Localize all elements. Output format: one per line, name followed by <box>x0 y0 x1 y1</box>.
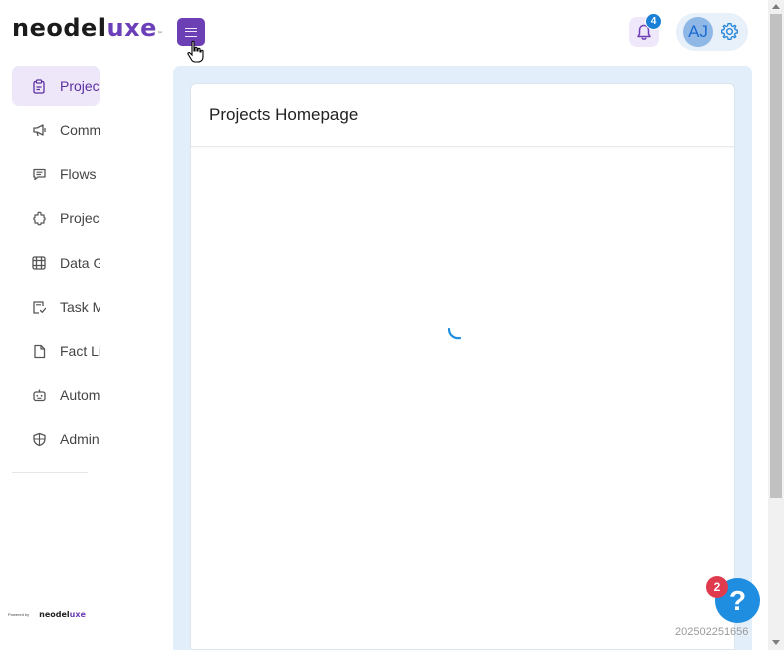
powered-logo-accent: uxe <box>69 610 86 619</box>
sidebar-item-projects[interactable]: Projects <box>12 66 100 106</box>
sidebar-item-label: Communications <box>60 122 100 138</box>
file-icon <box>31 343 47 359</box>
powered-by-text: Powered by <box>8 612 30 617</box>
grid-icon <box>31 255 47 271</box>
sidebar-item-label: Flows <box>60 166 97 182</box>
gear-icon[interactable] <box>720 22 739 41</box>
sidebar-item-flows[interactable]: Flows <box>12 154 100 194</box>
hamburger-icon <box>185 27 197 37</box>
app-root: neodeluxe™ 4 AJ Projec Comm Flows Projec… <box>0 0 784 650</box>
projects-card: Projects Homepage <box>190 83 735 650</box>
logo-accent-text: uxe <box>106 14 157 42</box>
hand-cursor-icon <box>186 40 204 68</box>
powered-by-footer: Powered by neodeluxe <box>8 610 86 619</box>
page-title: Projects Homepage <box>191 84 734 147</box>
sidebar-item-label: Projects <box>60 78 100 94</box>
robot-icon <box>31 387 47 403</box>
sidebar-item-data-grid[interactable]: Data Grid <box>12 243 100 283</box>
logo-text: neodel <box>12 14 107 42</box>
scroll-up-arrow-icon[interactable] <box>772 4 780 9</box>
shield-icon <box>31 431 47 447</box>
sidebar-item-automation[interactable]: Automation <box>12 375 100 415</box>
powered-logo-text: neodel <box>39 610 70 619</box>
sidebar-item-label: Task Manager <box>60 299 100 315</box>
build-version: 202502251656 <box>675 626 749 638</box>
megaphone-icon <box>31 122 47 138</box>
chat-icon <box>31 166 47 182</box>
scrollbar-thumb[interactable] <box>770 14 782 498</box>
task-icon <box>31 299 47 315</box>
sidebar-item-label: Automation <box>60 387 100 403</box>
puzzle-icon <box>31 210 47 226</box>
help-count-badge: 2 <box>706 576 728 598</box>
top-header: neodeluxe™ 4 AJ <box>0 0 768 63</box>
sidebar-item-task-manager[interactable]: Task Manager <box>12 287 100 327</box>
logo-trademark: ™ <box>156 31 164 38</box>
powered-by-logo: neodeluxe <box>39 610 86 619</box>
sidebar-item-label: Fact List <box>60 343 100 359</box>
avatar[interactable]: AJ <box>683 17 713 47</box>
sidebar-item-admin[interactable]: Admin <box>12 419 100 459</box>
brand-logo[interactable]: neodeluxe™ <box>12 14 163 42</box>
loading-spinner-icon <box>447 327 462 340</box>
sidebar-item-label: Admin <box>60 431 100 447</box>
sidebar-divider <box>12 472 88 473</box>
sidebar-item-communications[interactable]: Communications <box>12 110 100 150</box>
notifications-count-badge: 4 <box>645 13 662 30</box>
clipboard-icon <box>31 78 47 94</box>
sidebar-item-label: Projects <box>60 210 100 226</box>
sidebar: Projects Communications Flows Projects D <box>0 62 102 650</box>
sidebar-item-projects-2[interactable]: Projects <box>12 198 100 238</box>
scroll-down-arrow-icon[interactable] <box>772 640 780 645</box>
sidebar-item-label: Data Grid <box>60 255 100 271</box>
sidebar-item-fact-list[interactable]: Fact List <box>12 331 100 371</box>
